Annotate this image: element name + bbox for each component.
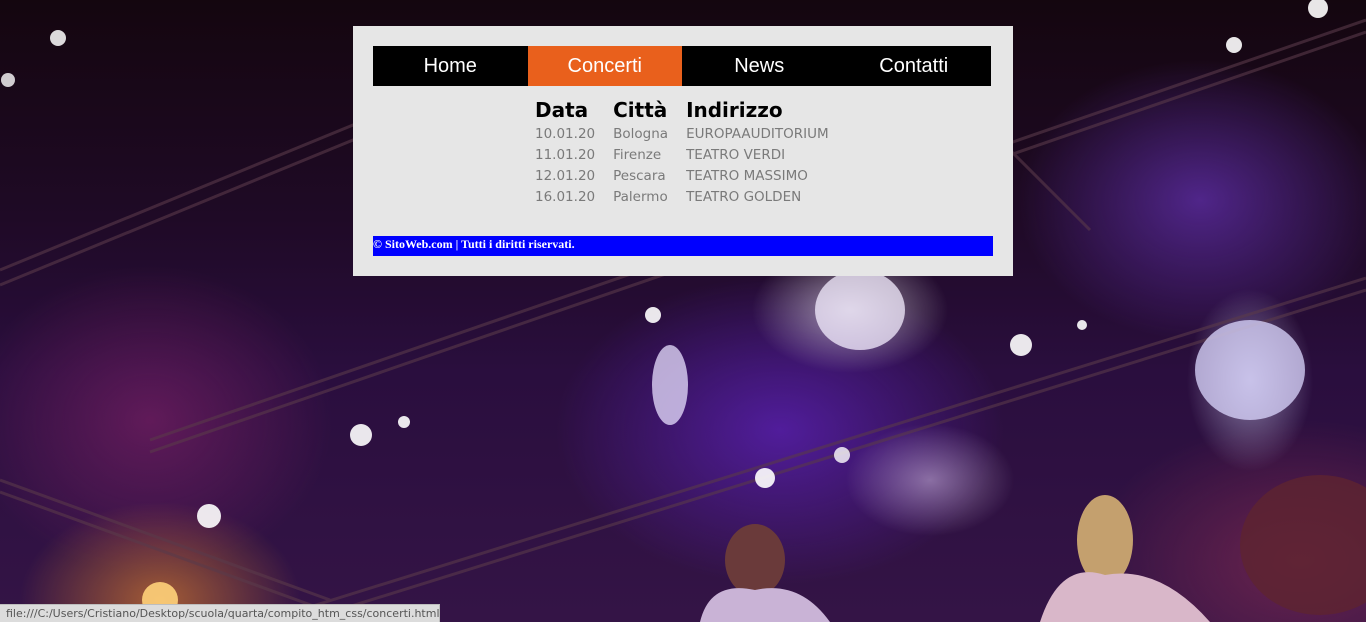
- cell-address: EUROPAAUDITORIUM: [686, 126, 829, 142]
- main-panel: Home Concerti News Contatti Data Città I…: [353, 26, 1013, 276]
- cell-city: Firenze: [613, 147, 662, 163]
- column-header-citta: Città: [613, 98, 668, 122]
- cell-date: 11.01.20: [535, 147, 596, 163]
- cell-date: 16.01.20: [535, 189, 596, 205]
- table-row: 16.01.20 Palermo TEATRO GOLDEN: [535, 187, 847, 208]
- table-row: 11.01.20 Firenze TEATRO VERDI: [535, 145, 847, 166]
- cell-date: 12.01.20: [535, 168, 596, 184]
- nav-contatti-link[interactable]: Contatti: [837, 46, 992, 86]
- table-row: 10.01.20 Bologna EUROPAAUDITORIUM: [535, 124, 847, 145]
- concerts-table: Data Città Indirizzo 10.01.20 Bologna EU…: [535, 97, 847, 208]
- nav-concerti-link[interactable]: Concerti: [527, 46, 682, 86]
- cell-address: TEATRO MASSIMO: [686, 168, 808, 184]
- column-header-indirizzo: Indirizzo: [686, 98, 783, 122]
- nav-home-link[interactable]: Home: [373, 46, 528, 86]
- navigation-bar: Home Concerti News Contatti: [373, 46, 991, 86]
- table-row: 12.01.20 Pescara TEATRO MASSIMO: [535, 166, 847, 187]
- column-header-data: Data: [535, 98, 589, 122]
- cell-city: Palermo: [613, 189, 668, 205]
- cell-city: Bologna: [613, 126, 669, 142]
- footer-copyright: © SitoWeb.com | Tutti i diritti riservat…: [373, 236, 993, 256]
- cell-address: TEATRO GOLDEN: [686, 189, 802, 205]
- table-header-row: Data Città Indirizzo: [535, 97, 847, 124]
- cell-address: TEATRO VERDI: [686, 147, 786, 163]
- cell-city: Pescara: [613, 168, 666, 184]
- browser-status-bar: file:///C:/Users/Cristiano/Desktop/scuol…: [0, 604, 440, 622]
- nav-news-link[interactable]: News: [682, 46, 837, 86]
- cell-date: 10.01.20: [535, 126, 596, 142]
